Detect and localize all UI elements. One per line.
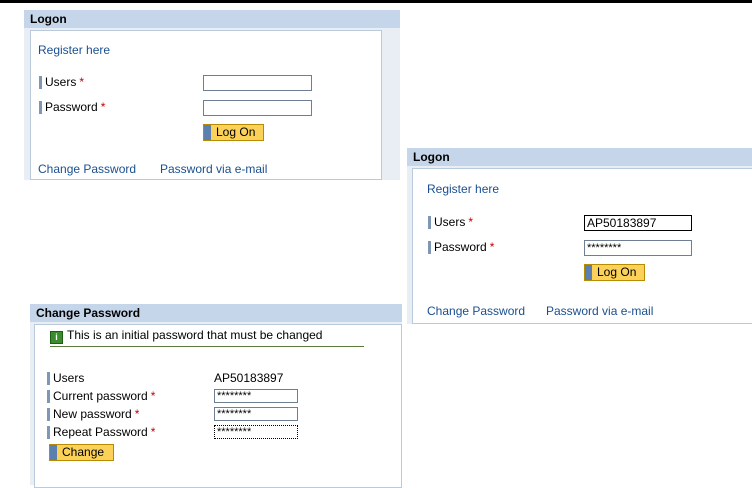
password-email-link[interactable]: Password via e-mail xyxy=(160,162,267,176)
change-password-title: Change Password xyxy=(30,304,402,322)
change-password-form-body xyxy=(34,324,402,488)
logon-panel-2: Logon Register here Users * AP50183897 Pa… xyxy=(407,148,752,324)
info-message: i This is an initial password that must b… xyxy=(50,328,364,347)
info-message-text: This is an initial password that must be… xyxy=(67,328,323,342)
logon-title: Logon xyxy=(24,10,400,28)
info-icon: i xyxy=(50,331,63,344)
password-input[interactable] xyxy=(203,100,312,116)
change-button[interactable]: Change xyxy=(49,444,114,461)
users-input[interactable] xyxy=(203,75,312,91)
users-label: Users xyxy=(47,371,84,385)
required-mark: * xyxy=(150,389,156,403)
required-mark: * xyxy=(468,215,474,229)
logon-title: Logon xyxy=(407,148,752,166)
required-mark: * xyxy=(489,240,495,254)
repeat-password-input[interactable]: ******** xyxy=(214,425,298,439)
logon-panel-1: Logon Register here Users * Password * Log… xyxy=(24,10,400,180)
required-mark: * xyxy=(150,425,156,439)
top-border-line xyxy=(0,0,752,3)
new-password-input[interactable]: ******** xyxy=(214,407,298,421)
new-password-label: New password * xyxy=(47,407,139,421)
users-label: Users * xyxy=(39,75,84,89)
users-label: Users * xyxy=(428,215,473,229)
register-link[interactable]: Register here xyxy=(38,43,110,57)
change-password-link[interactable]: Change Password xyxy=(38,162,136,176)
password-label-text: Password xyxy=(45,100,98,114)
logon-button[interactable]: Log On xyxy=(584,264,645,281)
repeat-password-label-text: Repeat Password xyxy=(53,425,148,439)
change-password-panel: Change Password i This is an initial pass… xyxy=(30,304,402,488)
new-password-label-text: New password xyxy=(53,407,132,421)
current-password-input[interactable]: ******** xyxy=(214,389,298,403)
current-password-label-text: Current password xyxy=(53,389,148,403)
users-value: AP50183897 xyxy=(214,371,284,385)
register-link[interactable]: Register here xyxy=(427,182,499,196)
users-label-text: Users xyxy=(53,371,85,385)
users-label-text: Users xyxy=(45,75,77,89)
required-mark: * xyxy=(134,407,140,421)
users-label-text: Users xyxy=(434,215,466,229)
password-label: Password * xyxy=(39,100,105,114)
required-mark: * xyxy=(100,100,106,114)
password-input[interactable]: ******** xyxy=(584,240,692,256)
required-mark: * xyxy=(79,75,85,89)
password-email-link[interactable]: Password via e-mail xyxy=(546,304,653,318)
password-label-text: Password xyxy=(434,240,487,254)
repeat-password-label: Repeat Password * xyxy=(47,425,155,439)
password-label: Password * xyxy=(428,240,494,254)
current-password-label: Current password * xyxy=(47,389,155,403)
change-password-link[interactable]: Change Password xyxy=(427,304,525,318)
users-input[interactable]: AP50183897 xyxy=(584,215,692,231)
logon-button[interactable]: Log On xyxy=(203,124,264,141)
